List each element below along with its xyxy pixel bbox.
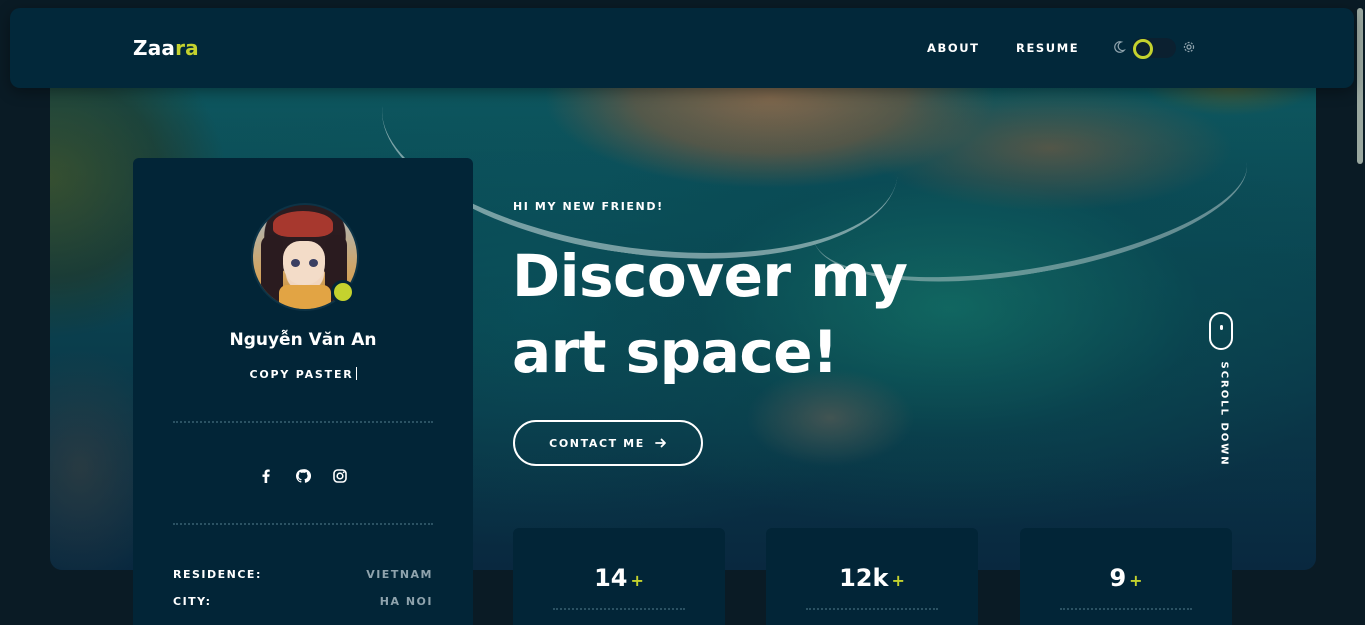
info-value-residence: VIETNAM [366,568,433,581]
stat-value: 9 [1109,564,1127,592]
divider [806,608,938,610]
divider [1060,608,1192,610]
moon-icon [1114,41,1126,53]
site-header: Zaara ABOUT RESUME [10,8,1354,88]
stat-number: 9 + [1020,564,1232,592]
stat-plus: + [1129,571,1143,590]
scroll-mouse-icon[interactable] [1209,312,1233,350]
facebook-icon[interactable] [258,468,274,484]
stat-card: 9 + [1020,528,1232,625]
logo-text-accent: ra [175,36,199,60]
contact-me-label: CONTACT ME [549,436,645,450]
hero-kicker: HI MY NEW FRIEND! [513,200,664,213]
social-links [133,465,473,484]
arrow-right-icon [654,438,666,448]
theme-switcher[interactable] [1112,35,1202,61]
stat-plus: + [891,571,905,590]
divider [173,523,433,525]
info-label-city: CITY: [173,595,212,608]
online-status-dot [331,280,355,304]
info-label-residence: RESIDENCE: [173,568,262,581]
stat-card: 14 + [513,528,725,625]
github-icon[interactable] [295,468,311,484]
instagram-icon[interactable] [332,468,348,484]
stat-number: 14 + [513,564,725,592]
scroll-down-label[interactable]: SCROLL DOWN [1219,362,1230,467]
theme-toggle[interactable] [1132,38,1176,59]
headline-line-1: Discover my [512,242,908,310]
toggle-knob [1133,39,1153,59]
nav-resume[interactable]: RESUME [1016,41,1079,55]
headline-line-2: art space! [512,318,839,386]
page-scrollbar-thumb[interactable] [1357,8,1363,164]
logo[interactable]: Zaara [133,36,199,60]
stat-plus: + [630,571,644,590]
info-value-city: HA NOI [379,595,433,608]
stat-number: 12k + [766,564,978,592]
stat-value: 12k [839,564,889,592]
contact-me-button[interactable]: CONTACT ME [513,420,703,466]
logo-text-main: Zaa [133,36,176,60]
stat-value: 14 [594,564,628,592]
profile-name: Nguyễn Văn An [229,330,377,350]
divider [553,608,685,610]
divider [173,421,433,423]
scroll-wheel [1220,325,1223,330]
profile-role-text: COPY PASTER [249,368,354,381]
gear-icon [1183,41,1195,53]
profile-card: Nguyễn Văn An COPY PASTER RESIDENCE: VIE… [133,158,473,625]
typing-caret [355,367,357,380]
profile-role: COPY PASTER [133,367,473,381]
nav-about[interactable]: ABOUT [927,41,980,55]
hero-headline: Discover my art space! [512,238,1032,390]
stat-card: 12k + [766,528,978,625]
